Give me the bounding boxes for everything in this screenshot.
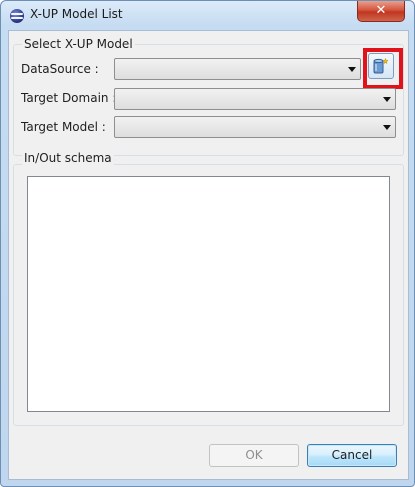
- target-model-combo[interactable]: [114, 116, 396, 138]
- close-button[interactable]: ✕: [357, 1, 405, 22]
- database-add-icon: [373, 57, 389, 74]
- target-model-label: Target Model :: [21, 120, 106, 134]
- add-datasource-button[interactable]: [368, 53, 394, 79]
- datasource-combo[interactable]: [114, 58, 361, 80]
- schema-text-area[interactable]: [27, 176, 390, 412]
- select-model-group-title: Select X-UP Model: [22, 37, 135, 51]
- chevron-down-icon: [383, 97, 391, 102]
- eclipse-app-icon: [10, 9, 24, 23]
- cancel-button[interactable]: Cancel: [307, 444, 397, 467]
- ok-button[interactable]: OK: [209, 444, 299, 467]
- target-domain-label: Target Domain :: [21, 91, 117, 105]
- chevron-down-icon: [348, 67, 356, 72]
- target-domain-combo[interactable]: [114, 88, 396, 110]
- dialog-body: Select X-UP Model DataSource : Target Do…: [8, 30, 409, 480]
- in-out-schema-group-title: In/Out schema: [22, 151, 114, 165]
- dialog-window: X-UP Model List ✕ Select X-UP Model Data…: [0, 0, 415, 487]
- title-bar[interactable]: X-UP Model List ✕: [1, 1, 414, 29]
- window-title: X-UP Model List: [30, 7, 123, 21]
- chevron-down-icon: [383, 125, 391, 130]
- datasource-label: DataSource :: [21, 62, 99, 76]
